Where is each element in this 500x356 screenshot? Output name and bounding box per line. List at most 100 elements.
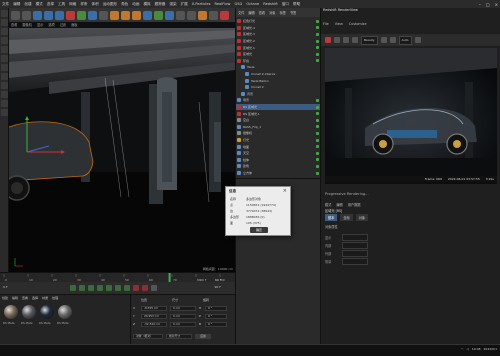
menu-item[interactable]: 文件: [2, 2, 9, 7]
autokey-icon[interactable]: [142, 285, 148, 291]
size-field[interactable]: 0 cm: [170, 313, 196, 319]
render-image[interactable]: [325, 48, 497, 184]
x-axis-icon[interactable]: [66, 10, 75, 20]
position-field[interactable]: 20.953 cm: [141, 313, 167, 319]
redo-icon[interactable]: [22, 10, 31, 20]
object-row[interactable]: RS 区域光: [236, 103, 321, 111]
y-axis-icon[interactable]: [77, 10, 86, 20]
clock-time[interactable]: 19:48: [472, 347, 481, 351]
z-axis-icon[interactable]: [88, 10, 97, 20]
object-row[interactable]: 背景: [236, 91, 325, 98]
visibility-tag-icon[interactable]: [316, 164, 319, 168]
end-frame-field[interactable]: 90 F: [215, 285, 222, 289]
visibility-tag-icon[interactable]: [316, 131, 319, 135]
wifi-icon[interactable]: ◠: [461, 347, 464, 351]
attribute-subtab[interactable]: 基本: [325, 214, 338, 221]
material-menu-item[interactable]: 材质: [42, 296, 48, 300]
object-row[interactable]: 空白: [236, 117, 321, 124]
play-icon[interactable]: [97, 285, 103, 291]
object-row[interactable]: RS 区域光.1: [236, 110, 321, 117]
material-menu-item[interactable]: 查看: [22, 296, 28, 300]
volume-icon[interactable]: ◁: [467, 347, 469, 351]
menu-item[interactable]: 网格: [69, 2, 76, 7]
tool-button[interactable]: [1, 91, 8, 98]
prev-key-icon[interactable]: [79, 285, 85, 291]
next-frame-icon[interactable]: [106, 285, 112, 291]
object-menu-item[interactable]: 查看: [259, 10, 265, 15]
apply-button[interactable]: 应用: [195, 333, 211, 339]
object-row[interactable]: 区域光: [236, 51, 321, 58]
menu-item[interactable]: 动画: [132, 2, 139, 7]
attribute-tab[interactable]: 模式: [325, 202, 331, 207]
visibility-tag-icon[interactable]: [316, 98, 319, 102]
visibility-tag-icon[interactable]: [316, 59, 319, 63]
attribute-field[interactable]: [342, 234, 368, 241]
rotate-icon[interactable]: [55, 10, 64, 20]
visibility-tag-icon[interactable]: [316, 52, 319, 56]
position-field[interactable]: -8.555 cm: [141, 305, 167, 311]
attribute-tab[interactable]: 编辑: [336, 202, 342, 207]
close-icon[interactable]: ×: [283, 188, 287, 194]
visibility-tag-icon[interactable]: [316, 19, 319, 23]
visibility-tag-icon[interactable]: [316, 26, 319, 30]
visibility-tag-icon[interactable]: [316, 151, 319, 155]
rotation-field[interactable]: 0 °: [205, 313, 227, 319]
menu-item[interactable]: Octane: [246, 2, 259, 6]
attribute-field[interactable]: [342, 250, 368, 257]
tool-button[interactable]: [1, 46, 8, 53]
aov-select[interactable]: Beauty: [361, 35, 378, 45]
clock-date[interactable]: 2022/6/1: [484, 347, 497, 351]
object-row[interactable]: 环境: [236, 58, 321, 65]
close-icon[interactable]: ×: [495, 2, 498, 7]
menu-item[interactable]: 模式: [36, 2, 43, 7]
scene-icon[interactable]: [187, 10, 196, 20]
render-settings-icon[interactable]: [132, 10, 141, 20]
tool-button[interactable]: [1, 10, 8, 17]
render-start-icon[interactable]: [325, 37, 331, 43]
position-field[interactable]: -32.344 cm: [141, 321, 167, 327]
menu-item[interactable]: 角色: [121, 2, 128, 7]
object-row[interactable]: 红色灯光: [236, 18, 321, 25]
tool-button[interactable]: [1, 55, 8, 62]
rotation-field[interactable]: 0 °: [205, 305, 227, 311]
maximize-icon[interactable]: □: [486, 2, 490, 7]
object-row[interactable]: Tesla Ballon: [236, 77, 329, 84]
visibility-tag-icon[interactable]: [316, 145, 319, 149]
menu-item[interactable]: Redshift: [263, 2, 278, 6]
object-row[interactable]: 灯光: [236, 137, 321, 144]
object-menu-item[interactable]: 对象: [269, 10, 275, 15]
menu-item[interactable]: 样条: [80, 2, 87, 7]
menu-item[interactable]: 选择: [47, 2, 54, 7]
attribute-tab[interactable]: 用户数据: [348, 202, 361, 207]
object-menu-item[interactable]: 标签: [280, 10, 286, 15]
menu-item[interactable]: 跟踪器: [155, 2, 166, 7]
material-swatch[interactable]: [58, 305, 72, 319]
object-row[interactable]: 地面: [236, 143, 321, 150]
object-menu-item[interactable]: 文件: [238, 10, 244, 15]
visibility-tag-icon[interactable]: [316, 39, 319, 43]
object-row[interactable]: 立方体: [236, 170, 321, 177]
visibility-tag-icon[interactable]: [316, 125, 319, 129]
tool-button[interactable]: [1, 109, 8, 116]
menu-item[interactable]: X-Particles: [192, 2, 211, 6]
size-field[interactable]: 0 cm: [170, 305, 196, 311]
object-menu-item[interactable]: 书签: [290, 10, 296, 15]
material-swatch[interactable]: [40, 305, 54, 319]
tool-button[interactable]: [1, 28, 8, 35]
scale-icon[interactable]: [44, 10, 53, 20]
next-key-icon[interactable]: [115, 285, 121, 291]
material-swatch[interactable]: [22, 305, 36, 319]
coordinate-system-icon[interactable]: [99, 10, 108, 20]
undo-icon[interactable]: [11, 10, 20, 20]
render-view-icon[interactable]: [110, 10, 119, 20]
material-swatch[interactable]: [4, 305, 18, 319]
size-mode-select[interactable]: 绝对尺寸: [166, 333, 192, 339]
menu-item[interactable]: 体积: [92, 2, 99, 7]
redshift-icon[interactable]: [220, 10, 229, 20]
attribute-subtab[interactable]: 坐标: [340, 214, 353, 221]
coord-mode-select[interactable]: 对象（相对）: [133, 333, 163, 339]
object-row[interactable]: 建筑: [236, 163, 321, 170]
menu-item[interactable]: 渲染: [169, 2, 176, 7]
menu-item[interactable]: 工具: [58, 2, 65, 7]
object-row[interactable]: Tesla: [236, 64, 325, 71]
